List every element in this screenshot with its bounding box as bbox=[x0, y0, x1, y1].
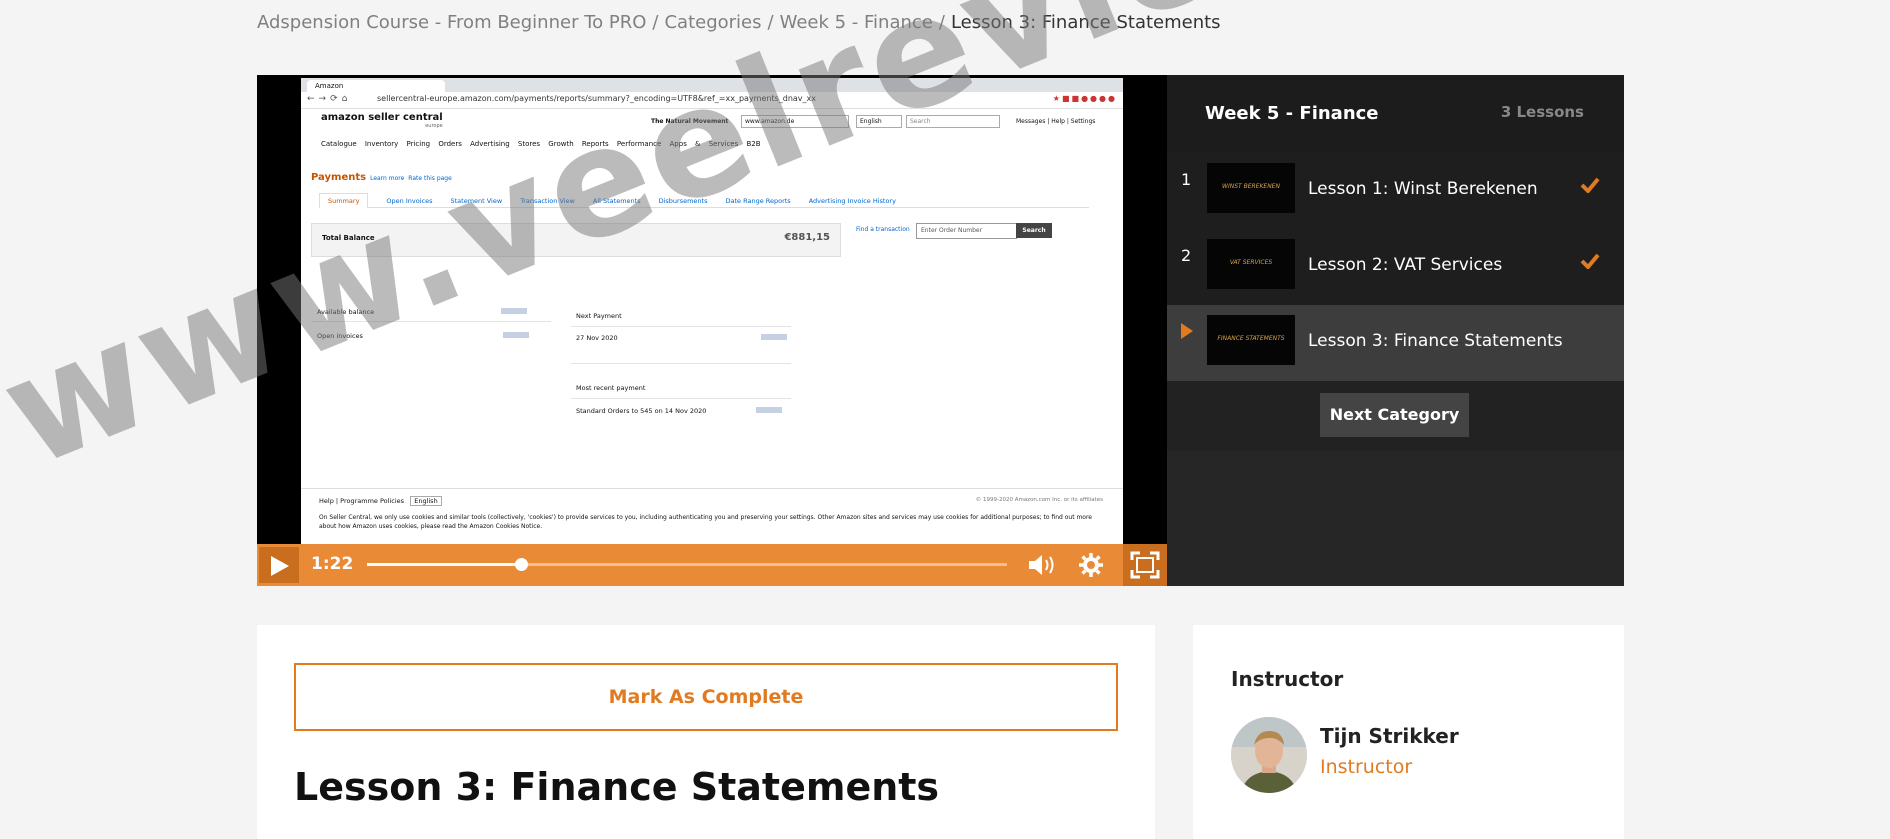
mark-complete-button[interactable]: Mark As Complete bbox=[294, 663, 1118, 731]
lesson-thumbnail: VAT SERVICES bbox=[1207, 239, 1295, 289]
blurred-value bbox=[503, 332, 529, 338]
browser-address-bar: ←→⟳⌂ sellercentral-europe.amazon.com/pay… bbox=[301, 92, 1123, 109]
blurred-value bbox=[501, 308, 527, 314]
lesson-playlist: Week 5 - Finance 3 Lessons 1 WINST BEREK… bbox=[1167, 75, 1624, 586]
subtab: All Statements bbox=[592, 197, 641, 205]
breadcrumb-separator: / bbox=[652, 12, 659, 33]
now-playing-icon bbox=[1181, 323, 1193, 339]
progress-bar[interactable] bbox=[367, 558, 1007, 571]
progress-handle[interactable] bbox=[514, 558, 528, 571]
breadcrumb-week-link[interactable]: Week 5 - Finance bbox=[780, 12, 933, 33]
footer-links: Help | Programme Policies English bbox=[319, 496, 442, 506]
browser-tab-bar: Amazon bbox=[301, 78, 1123, 92]
divider bbox=[571, 398, 791, 399]
seller-central-logo: amazon seller central europe bbox=[321, 112, 443, 129]
lesson-count: 3 Lessons bbox=[1500, 103, 1584, 121]
instructor-section-title: Instructor bbox=[1231, 667, 1344, 691]
breadcrumb: Adspension Course - From Beginner To PRO… bbox=[257, 12, 1221, 33]
breadcrumb-course-link[interactable]: Adspension Course - From Beginner To PRO bbox=[257, 12, 646, 33]
lesson-title: Lesson 1: Winst Berekenen bbox=[1308, 179, 1538, 199]
lesson-heading: Lesson 3: Finance Statements bbox=[294, 765, 940, 809]
play-button[interactable] bbox=[259, 547, 299, 583]
browser-nav-icons: ←→⟳⌂ bbox=[307, 94, 352, 104]
seller-footer: Help | Programme Policies English © 1999… bbox=[301, 488, 1123, 550]
breadcrumb-separator: / bbox=[938, 12, 945, 33]
video-frame: Amazon ←→⟳⌂ sellercentral-europe.amazon.… bbox=[301, 78, 1123, 550]
volume-button[interactable] bbox=[1027, 551, 1057, 579]
instructor-card: Instructor Tijn Strikker Instructor bbox=[1193, 625, 1624, 839]
lesson-thumbnail: FINANCE STATEMENTS bbox=[1207, 315, 1295, 365]
avatar bbox=[1231, 717, 1307, 793]
available-balance-label: Available balance bbox=[317, 308, 375, 316]
subtab: Transaction View bbox=[520, 197, 575, 205]
playlist-title: Week 5 - Finance bbox=[1205, 103, 1379, 124]
lesson-number: 2 bbox=[1181, 246, 1192, 265]
cookie-notice: On Seller Central, we only use cookies a… bbox=[319, 514, 1093, 530]
find-transaction-label: Find a transaction bbox=[856, 226, 910, 233]
subtab-summary: Summary bbox=[319, 193, 369, 208]
subtab: Statement View bbox=[450, 197, 503, 205]
order-number-field: Enter Order Number bbox=[916, 223, 1017, 239]
breadcrumb-categories-link[interactable]: Categories bbox=[664, 12, 761, 33]
subtab: Disbursements bbox=[658, 197, 708, 205]
browser-extension-icons: ★■■●●●● bbox=[1052, 94, 1117, 103]
subtab: Open Invoices bbox=[386, 197, 433, 205]
instructor-name[interactable]: Tijn Strikker bbox=[1320, 724, 1459, 748]
seller-menu: Catalogue Inventory Pricing Orders Adver… bbox=[321, 140, 761, 148]
instructor-role: Instructor bbox=[1320, 756, 1413, 778]
breadcrumb-separator: / bbox=[767, 12, 774, 33]
divider bbox=[571, 363, 791, 364]
lesson-item-1[interactable]: 1 WINST BEREKENEN Lesson 1: Winst Bereke… bbox=[1167, 153, 1624, 229]
recent-payment-desc: Standard Orders to 545 on 14 Nov 2020 bbox=[576, 407, 707, 415]
next-category-button[interactable]: Next Category bbox=[1320, 393, 1469, 437]
store-name: The Natural Movement bbox=[651, 118, 729, 125]
lesson-content-card: Mark As Complete Lesson 3: Finance State… bbox=[257, 625, 1155, 839]
playlist-footer-area bbox=[1167, 451, 1624, 586]
copyright: © 1999-2020 Amazon.com Inc. or its affil… bbox=[975, 497, 1103, 503]
marketplace-select: www.amazon.de bbox=[741, 115, 849, 128]
open-invoices-label: Open invoices bbox=[317, 332, 363, 340]
fullscreen-button[interactable] bbox=[1123, 544, 1167, 586]
next-payment-label: Next Payment bbox=[576, 312, 622, 320]
browser-url: sellercentral-europe.amazon.com/payments… bbox=[377, 94, 817, 103]
settings-button[interactable] bbox=[1077, 551, 1107, 579]
payments-title: Payments Learn more Rate this page bbox=[311, 172, 452, 183]
progress-fill bbox=[367, 563, 521, 566]
check-icon bbox=[1580, 177, 1600, 193]
fullscreen-icon bbox=[1130, 551, 1160, 579]
divider bbox=[311, 321, 551, 322]
blurred-value bbox=[761, 334, 787, 340]
check-icon bbox=[1580, 253, 1600, 269]
browser-tab: Amazon bbox=[307, 80, 445, 92]
lesson-number: 1 bbox=[1181, 170, 1192, 189]
lesson-title: Lesson 3: Finance Statements bbox=[1308, 331, 1563, 351]
language-select: English bbox=[856, 115, 902, 128]
seller-search: Search bbox=[906, 115, 1000, 128]
lesson-thumbnail: WINST BEREKENEN bbox=[1207, 163, 1295, 213]
total-balance-box: Total Balance €881,15 bbox=[311, 223, 841, 257]
breadcrumb-current: Lesson 3: Finance Statements bbox=[950, 12, 1221, 33]
volume-icon bbox=[1029, 555, 1054, 575]
header-links: Messages | Help | Settings bbox=[1016, 118, 1096, 125]
current-time: 1:22 bbox=[311, 554, 354, 574]
subtab: Advertising Invoice History bbox=[808, 197, 896, 205]
lesson-item-3[interactable]: FINANCE STATEMENTS Lesson 3: Finance Sta… bbox=[1167, 305, 1624, 381]
blurred-value bbox=[756, 407, 782, 413]
playlist-header: Week 5 - Finance 3 Lessons bbox=[1167, 75, 1624, 153]
play-icon bbox=[271, 556, 289, 576]
order-search-button: Search bbox=[1016, 223, 1052, 238]
lesson-item-2[interactable]: 2 VAT SERVICES Lesson 2: VAT Services bbox=[1167, 229, 1624, 305]
subtab: Date Range Reports bbox=[725, 197, 791, 205]
payments-subtabs: Summary Open Invoices Statement View Transa… bbox=[319, 193, 1089, 208]
lesson-title: Lesson 2: VAT Services bbox=[1308, 255, 1503, 275]
video-controls: 1:22 bbox=[257, 544, 1167, 586]
divider bbox=[571, 326, 791, 327]
gear-icon bbox=[1079, 553, 1103, 577]
next-payment-date: 27 Nov 2020 bbox=[576, 334, 618, 342]
video-player[interactable]: Amazon ←→⟳⌂ sellercentral-europe.amazon.… bbox=[257, 75, 1167, 586]
most-recent-payment-label: Most recent payment bbox=[576, 384, 646, 392]
